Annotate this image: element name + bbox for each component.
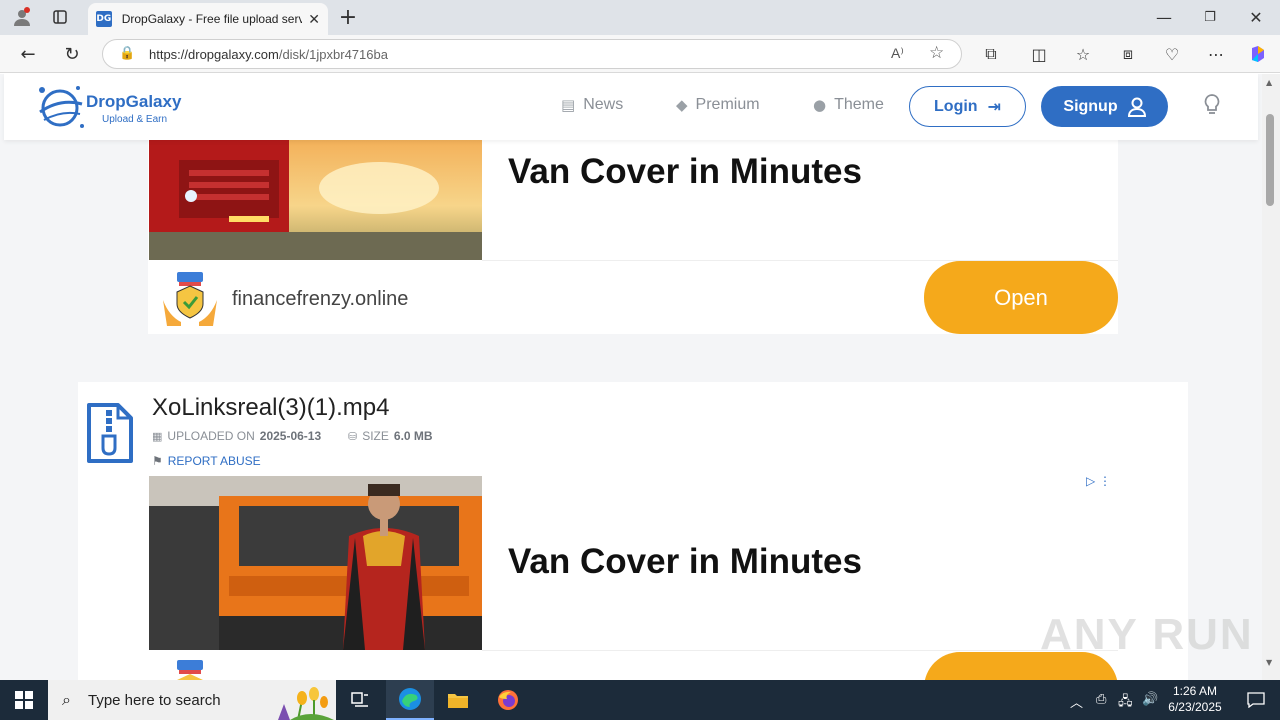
show-hidden-icons[interactable]: ︿ xyxy=(1070,692,1083,711)
browser-tab-bar: DG DropGalaxy - Free file upload serv ✕ … xyxy=(0,0,1280,35)
sign-in-icon: ⇥ xyxy=(987,97,1001,116)
notification-icon[interactable] xyxy=(1232,680,1280,720)
galaxy-logo-icon xyxy=(39,86,84,128)
device-icon[interactable]: ⎙ xyxy=(1096,692,1106,707)
nav-news[interactable]: ▤ News xyxy=(561,96,623,114)
site-logo[interactable]: DropGalaxy Upload & Earn xyxy=(34,82,194,132)
page-scrollbar[interactable]: ▲ ▼ xyxy=(1262,74,1280,680)
windows-taskbar: ⌕ Type here to search ︿ ⎙ 🖧 🔊 1:26 AM 6/… xyxy=(0,680,1280,720)
url-domain: https://dropgalaxy.com xyxy=(149,46,279,62)
volume-icon[interactable]: 🔊 xyxy=(1142,692,1158,707)
address-bar[interactable]: 🔒 https://dropgalaxy.com/disk/1jpxbr4716… xyxy=(102,39,962,69)
network-icon[interactable]: 🖧 xyxy=(1118,692,1133,714)
task-view-icon[interactable] xyxy=(336,680,384,720)
ad-image-truck xyxy=(149,140,482,260)
lightbulb-icon[interactable] xyxy=(1204,94,1220,121)
palette-icon: ● xyxy=(813,96,827,114)
taskbar-search[interactable]: ⌕ Type here to search xyxy=(48,680,336,720)
search-icon: ⌕ xyxy=(62,690,71,709)
favorites-icon[interactable]: ☆ xyxy=(1067,40,1099,68)
ad-open-button[interactable]: Open xyxy=(924,261,1118,334)
lock-icon: 🔒 xyxy=(119,46,136,61)
ad-banner-bottom[interactable]: Van Cover in Minutes Open xyxy=(148,476,1118,680)
flag-icon: ⚑ xyxy=(152,454,163,468)
signup-button[interactable]: Signup xyxy=(1041,86,1168,127)
scroll-up-icon[interactable]: ▲ xyxy=(1266,78,1272,87)
size-label: SIZE xyxy=(362,429,389,443)
extensions-icon[interactable]: ⧉ xyxy=(975,40,1007,68)
minimize-icon[interactable]: — xyxy=(1148,3,1180,31)
browser-essentials-icon[interactable]: ♡ xyxy=(1156,40,1188,68)
file-name: XoLinksreal(3)(1).mp4 xyxy=(152,394,390,421)
uploaded-date: 2025-06-13 xyxy=(259,429,322,443)
copilot-icon[interactable] xyxy=(1242,40,1274,68)
logo-name: DropGalaxy xyxy=(86,92,182,111)
restore-icon[interactable]: ❐ xyxy=(1194,3,1226,31)
ad-banner-top[interactable]: Van Cover in Minutes financefrenzy.onlin… xyxy=(148,140,1118,334)
calendar-icon: ▦ xyxy=(152,429,163,443)
ad-headline: Van Cover in Minutes xyxy=(508,152,862,191)
close-tab-icon[interactable]: ✕ xyxy=(308,11,320,28)
logo-tagline: Upload & Earn xyxy=(102,114,168,125)
clock-date: 6/23/2025 xyxy=(1168,700,1222,714)
close-window-icon[interactable]: ✕ xyxy=(1240,3,1272,31)
new-tab-icon[interactable]: + xyxy=(332,3,364,31)
browser-toolbar: ← ↻ 🔒 https://dropgalaxy.com/disk/1jpxbr… xyxy=(0,35,1280,73)
ad-image-driver xyxy=(149,476,482,650)
search-placeholder: Type here to search xyxy=(88,691,221,709)
tab-actions-icon[interactable] xyxy=(44,3,76,31)
nav-premium-label: Premium xyxy=(695,96,760,113)
uploaded-label: UPLOADED ON xyxy=(167,429,255,443)
favorite-star-icon[interactable]: ☆ xyxy=(929,43,944,63)
scrollbar-thumb[interactable] xyxy=(1266,114,1274,206)
firefox-icon[interactable] xyxy=(484,680,532,720)
newspaper-icon: ▤ xyxy=(561,96,576,114)
edge-taskbar-icon[interactable] xyxy=(386,680,434,720)
report-label: REPORT ABUSE xyxy=(167,454,261,468)
site-header: DropGalaxy Upload & Earn ▤ News ◆ Premiu… xyxy=(4,74,1258,140)
file-explorer-icon[interactable] xyxy=(434,680,482,720)
profile-icon[interactable] xyxy=(6,3,38,31)
upload-date: ▦ UPLOADED ON 2025-06-13 xyxy=(152,429,321,443)
tab-title: DropGalaxy - Free file upload serv xyxy=(121,12,303,26)
signup-label: Signup xyxy=(1063,97,1118,115)
split-screen-icon[interactable]: ◫ xyxy=(1023,40,1055,68)
start-button[interactable] xyxy=(0,680,48,720)
anyrun-watermark: ANY RUN xyxy=(1040,610,1254,659)
diamond-icon: ◆ xyxy=(676,96,688,114)
file-size: ⛁ SIZE 6.0 MB xyxy=(348,429,433,443)
login-label: Login xyxy=(934,97,978,115)
size-value: 6.0 MB xyxy=(393,429,433,443)
user-icon xyxy=(1127,97,1146,117)
nav-theme[interactable]: ● Theme xyxy=(813,96,884,114)
scroll-down-icon[interactable]: ▼ xyxy=(1266,658,1272,667)
collections-icon[interactable]: ⧈ xyxy=(1112,40,1144,68)
back-icon[interactable]: ← xyxy=(12,40,44,68)
ad-divider-2 xyxy=(482,650,1118,651)
ad-brand-logo-2 xyxy=(159,658,221,680)
more-menu-icon[interactable]: ⋯ xyxy=(1200,40,1232,68)
favicon-icon: DG xyxy=(96,11,112,27)
report-abuse-link[interactable]: ⚑ REPORT ABUSE xyxy=(152,454,261,468)
tulips-decoration-icon xyxy=(278,687,334,720)
hard-drive-icon: ⛁ xyxy=(348,429,358,443)
nav-news-label: News xyxy=(583,96,624,113)
page-viewport: DropGalaxy Upload & Earn ▤ News ◆ Premiu… xyxy=(0,74,1262,680)
ad-brand-logo xyxy=(159,270,221,328)
refresh-icon[interactable]: ↻ xyxy=(56,40,88,68)
ad-domain: financefrenzy.online xyxy=(232,288,409,310)
windows-logo-icon xyxy=(15,691,33,709)
nav-theme-label: Theme xyxy=(834,96,884,113)
nav-premium[interactable]: ◆ Premium xyxy=(676,96,760,114)
ad-headline-2: Van Cover in Minutes xyxy=(508,542,862,581)
tab-dropgalaxy[interactable]: DG DropGalaxy - Free file upload serv ✕ xyxy=(88,3,328,35)
url-path: /disk/1jpxbr4716ba xyxy=(278,46,388,62)
read-aloud-icon[interactable]: A⁾ xyxy=(891,45,904,62)
zip-file-icon xyxy=(87,403,133,463)
clock-time: 1:26 AM xyxy=(1172,684,1218,698)
system-clock[interactable]: 1:26 AM 6/23/2025 xyxy=(1164,683,1226,715)
login-button[interactable]: Login ⇥ xyxy=(909,86,1026,127)
